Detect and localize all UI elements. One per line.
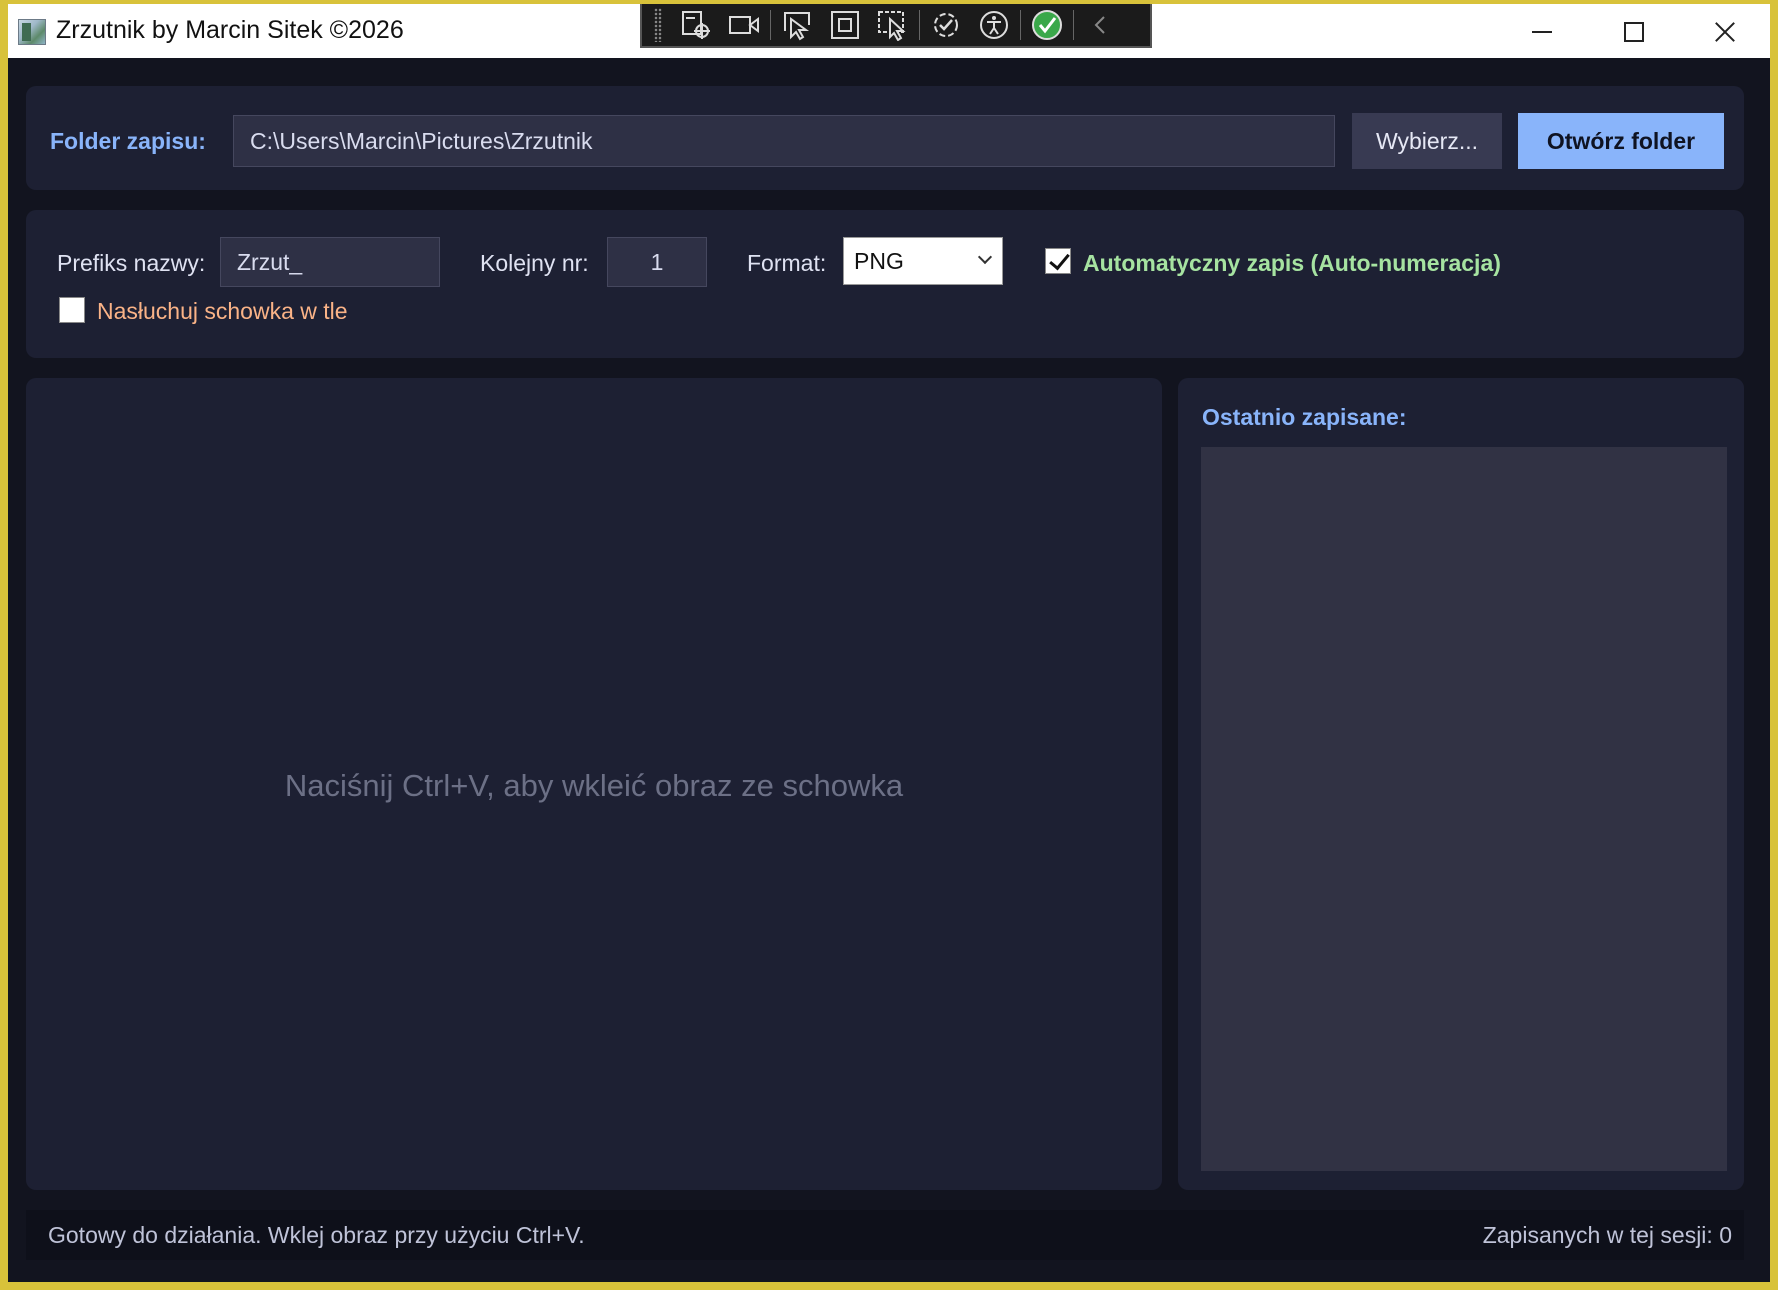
toolbar-grip-icon[interactable]	[654, 8, 662, 42]
choose-folder-button[interactable]: Wybierz...	[1352, 113, 1502, 169]
close-button[interactable]	[1678, 4, 1770, 58]
prefix-label: Prefiks nazwy:	[57, 250, 206, 276]
title-bar[interactable]: Zrzutnik by Marcin Sitek ©2026	[8, 4, 1770, 58]
folder-label: Folder zapisu:	[50, 128, 206, 154]
recent-list[interactable]	[1201, 447, 1727, 1171]
select-element-icon[interactable]	[672, 5, 720, 45]
counter-label: Kolejny nr:	[480, 250, 589, 276]
counter-input[interactable]: 1	[607, 237, 707, 287]
listen-clipboard-checkbox[interactable]	[59, 297, 85, 323]
debug-toolbar	[640, 4, 1152, 48]
session-counter: Zapisanych w tej sesji: 0	[1482, 1222, 1732, 1248]
collapse-chevron-icon[interactable]	[1076, 5, 1124, 45]
format-select-value: PNG	[854, 247, 904, 274]
accessibility-icon[interactable]	[970, 5, 1018, 45]
status-ok-icon[interactable]	[1023, 5, 1071, 45]
track-focus-icon[interactable]	[821, 5, 869, 45]
hot-reload-icon[interactable]	[922, 5, 970, 45]
app-icon	[18, 19, 46, 45]
chevron-down-icon	[977, 249, 993, 265]
format-select[interactable]: PNG	[843, 237, 1003, 285]
auto-save-label[interactable]: Automatyczny zapis (Auto-numeracja)	[1083, 250, 1501, 277]
maximize-button[interactable]	[1586, 4, 1678, 58]
pick-pointer-icon[interactable]	[773, 5, 821, 45]
paste-placeholder: Naciśnij Ctrl+V, aby wkleić obraz ze sch…	[284, 768, 904, 803]
display-layout-icon[interactable]	[869, 5, 917, 45]
window-title: Zrzutnik by Marcin Sitek ©2026	[56, 16, 404, 44]
record-video-icon[interactable]	[720, 5, 768, 45]
checkmark-icon	[1049, 248, 1070, 271]
status-message: Gotowy do działania. Wklej obraz przy uż…	[48, 1222, 585, 1248]
minimize-button[interactable]	[1494, 4, 1586, 58]
toolbar-separator	[919, 10, 920, 40]
open-folder-button[interactable]: Otwórz folder	[1518, 113, 1724, 169]
toolbar-separator	[1073, 10, 1074, 40]
toolbar-separator	[1020, 10, 1021, 40]
folder-path-input[interactable]: C:\Users\Marcin\Pictures\Zrzutnik	[233, 115, 1335, 167]
toolbar-separator	[770, 10, 771, 40]
prefix-input[interactable]: Zrzut_	[220, 237, 440, 287]
listen-clipboard-label[interactable]: Nasłuchuj schowka w tle	[97, 298, 348, 325]
format-label: Format:	[747, 250, 827, 276]
window-controls	[1494, 4, 1770, 58]
recent-title: Ostatnio zapisane:	[1202, 404, 1407, 430]
auto-save-checkbox[interactable]	[1045, 248, 1071, 274]
